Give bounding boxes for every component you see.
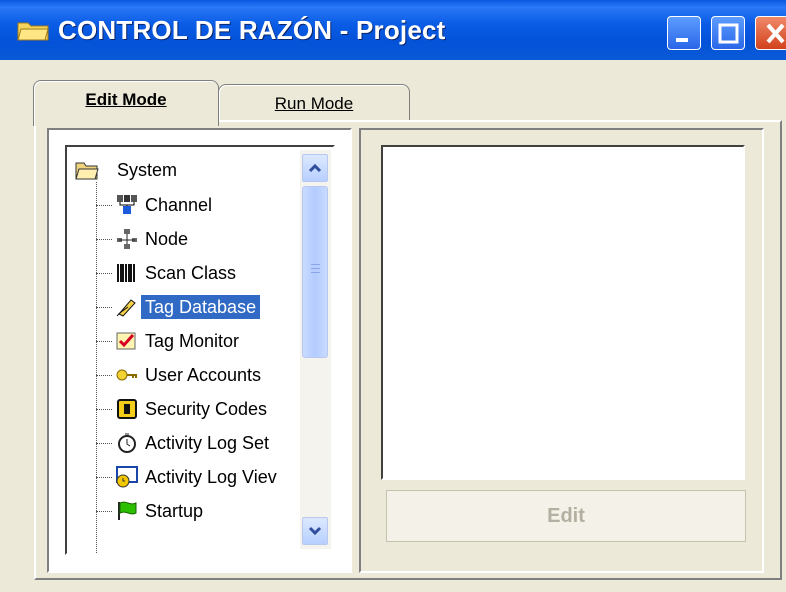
scroll-thumb[interactable]: [302, 186, 328, 358]
tab-edit-mode[interactable]: Edit Mode: [33, 80, 219, 126]
window-title: CONTROL DE RAZÓN - Project: [58, 15, 446, 45]
tab-run-mode-label: Run Mode: [274, 94, 354, 113]
title-bar[interactable]: CONTROL DE RAZÓN - Project: [0, 0, 786, 60]
maximize-button[interactable]: [711, 16, 745, 50]
tree-item-label: User Accounts: [145, 365, 262, 385]
tree-item-label: Scan Class: [145, 263, 237, 283]
security-lock-icon: [117, 399, 137, 419]
preview-panel: [381, 145, 745, 480]
scroll-down-button[interactable]: [302, 517, 328, 545]
close-button[interactable]: [755, 16, 786, 50]
tree-item-label: Node: [145, 229, 189, 249]
scroll-up-button[interactable]: [302, 154, 328, 182]
log-viewer-icon: [116, 466, 138, 488]
node-network-icon: [117, 229, 137, 249]
network-channel-icon: [117, 195, 137, 214]
tree-item-label: Activity Log Viev: [145, 467, 277, 487]
tree-connector: [96, 182, 97, 553]
tab-edit-mode-label: Edit Mode: [85, 90, 167, 109]
stopwatch-icon: [118, 433, 136, 453]
checklist-icon: [116, 332, 136, 350]
project-window: CONTROL DE RAZÓN - Project Edit Mode Run…: [0, 0, 786, 592]
tree-item-label: Activity Log Set: [145, 433, 270, 453]
chevron-up-icon: [308, 163, 322, 173]
tag-database-icon: [116, 299, 136, 317]
tree-item-label: Tag Monitor: [145, 331, 240, 351]
barcode-icon: [117, 264, 135, 282]
tree-item-label: Tag Database: [141, 295, 261, 319]
tab-run-mode[interactable]: Run Mode: [218, 84, 410, 124]
minimize-button[interactable]: [667, 16, 701, 50]
tree-item-label: Security Codes: [145, 399, 268, 419]
system-tree[interactable]: System Channel Node Scan Class Tag Datab…: [65, 145, 335, 555]
tree-item-label: Startup: [145, 501, 204, 521]
edit-button[interactable]: Edit: [386, 490, 746, 542]
tree-scrollbar[interactable]: [300, 150, 331, 549]
open-folder-icon: [17, 22, 49, 41]
chevron-down-icon: [308, 526, 322, 536]
tree-item-label: System: [117, 160, 178, 180]
open-folder-icon: [75, 162, 99, 180]
key-icon: [116, 369, 137, 381]
startup-flag-icon: [118, 501, 137, 520]
tree-item-label: Channel: [145, 195, 213, 215]
